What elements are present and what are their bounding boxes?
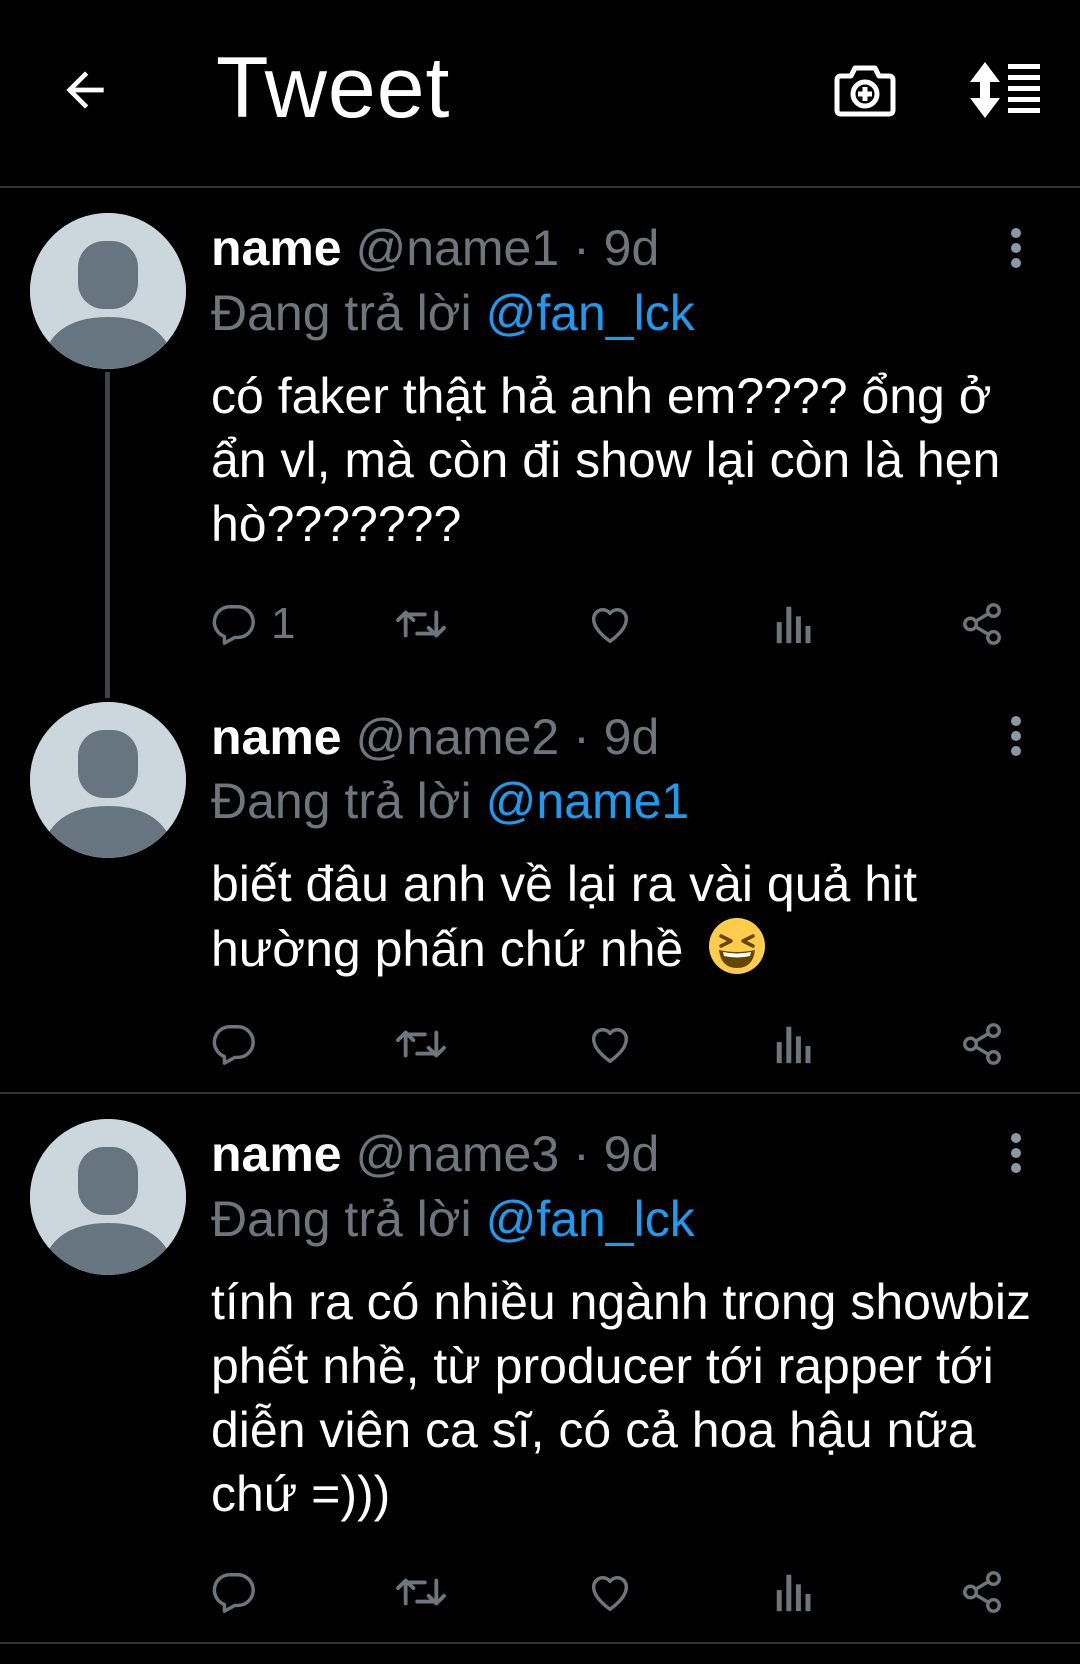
reply-button[interactable] <box>211 1562 271 1622</box>
tweet-divider <box>0 1642 1080 1644</box>
timestamp[interactable]: 9d <box>604 1126 660 1182</box>
like-button[interactable] <box>587 594 633 654</box>
avatar[interactable] <box>30 213 186 369</box>
camera-button[interactable] <box>830 55 900 125</box>
analytics-button[interactable] <box>774 1562 814 1622</box>
tweet-header: name @name3 · 9d <box>211 1123 659 1185</box>
reply-count: 1 <box>271 599 296 648</box>
tweet-actions: 1 <box>211 594 1031 654</box>
analytics-button[interactable] <box>774 1014 814 1074</box>
back-button[interactable] <box>50 55 120 125</box>
thread-connector-line <box>105 372 110 698</box>
tweet-actions <box>211 1014 1031 1074</box>
reply-prefix: Đang trả lời <box>211 1191 472 1247</box>
more-options-button[interactable] <box>996 706 1036 766</box>
separator-dot: · <box>573 220 590 276</box>
heart-icon <box>591 1028 629 1063</box>
top-bar: Tweet <box>0 0 1080 188</box>
replying-to: Đang trả lời @name1 <box>211 770 689 832</box>
camera-plus-icon <box>834 65 896 117</box>
share-button[interactable] <box>959 1014 1005 1074</box>
separator-dot: · <box>573 709 590 765</box>
default-avatar-icon <box>30 213 186 369</box>
analytics-icon <box>776 1574 811 1612</box>
default-avatar-icon <box>30 702 186 858</box>
laughing-face-emoji <box>709 918 766 974</box>
reply-prefix: Đang trả lời <box>211 285 472 341</box>
display-name[interactable]: name <box>211 709 342 765</box>
retweet-icon <box>396 610 446 638</box>
tweet-header: name @name2 · 9d <box>211 706 659 768</box>
analytics-icon <box>776 606 811 644</box>
sort-list-icon <box>970 62 1040 118</box>
more-vertical-icon <box>1011 1133 1021 1173</box>
separator-dot: · <box>573 1126 590 1182</box>
share-button[interactable] <box>959 594 1005 654</box>
like-button[interactable] <box>587 1014 633 1074</box>
analytics-button[interactable] <box>774 594 814 654</box>
tweet-divider <box>0 1092 1080 1094</box>
retweet-button[interactable] <box>394 1014 448 1074</box>
reply-mention-link[interactable]: @name1 <box>486 773 690 829</box>
analytics-icon <box>776 1026 811 1064</box>
user-handle[interactable]: @name3 <box>356 1126 560 1182</box>
display-name[interactable]: name <box>211 1126 342 1182</box>
more-options-button[interactable] <box>996 218 1036 278</box>
more-options-button[interactable] <box>996 1123 1036 1183</box>
page-title: Tweet <box>216 40 451 136</box>
reply-button[interactable]: 1 <box>211 594 295 654</box>
timestamp[interactable]: 9d <box>604 709 660 765</box>
reply-prefix: Đang trả lời <box>211 773 472 829</box>
like-button[interactable] <box>587 1562 633 1622</box>
retweet-button[interactable] <box>394 1562 448 1622</box>
tweet-text: có faker thật hả anh em???? ổng ở ẩn vl,… <box>211 368 1001 552</box>
default-avatar-icon <box>30 1119 186 1275</box>
reply-mention-link[interactable]: @fan_lck <box>486 1191 695 1247</box>
arrow-left-icon <box>66 71 104 109</box>
reply-button[interactable] <box>211 1014 271 1074</box>
share-icon <box>963 1571 1001 1613</box>
display-name[interactable]: name <box>211 220 342 276</box>
avatar[interactable] <box>30 1119 186 1275</box>
replying-to: Đang trả lời @fan_lck <box>211 282 695 344</box>
share-icon <box>963 603 1001 645</box>
tweet-text-container: biết đâu anh về lại ra vài quả hit hường… <box>211 852 1056 981</box>
replying-to: Đang trả lời @fan_lck <box>211 1188 695 1250</box>
share-button[interactable] <box>959 1562 1005 1622</box>
share-icon <box>963 1023 1001 1065</box>
heart-icon <box>591 1576 629 1611</box>
user-handle[interactable]: @name1 <box>356 220 560 276</box>
reply-mention-link[interactable]: @fan_lck <box>486 285 695 341</box>
retweet-icon <box>396 1578 446 1606</box>
avatar[interactable] <box>30 702 186 858</box>
tweet-actions <box>211 1562 1031 1622</box>
heart-icon <box>591 608 629 643</box>
retweet-button[interactable] <box>394 594 448 654</box>
retweet-icon <box>396 1030 446 1058</box>
comment-icon <box>212 1573 255 1613</box>
comment-icon <box>212 1025 255 1065</box>
tweet-header: name @name1 · 9d <box>211 217 659 279</box>
more-vertical-icon <box>1011 228 1021 268</box>
comment-icon <box>212 605 255 645</box>
timestamp[interactable]: 9d <box>604 220 660 276</box>
sort-button[interactable] <box>966 55 1046 125</box>
tweet-text: tính ra có nhiều ngành trong showbiz phế… <box>211 1274 1031 1522</box>
more-vertical-icon <box>1011 716 1021 756</box>
tweet-text: biết đâu anh về lại ra vài quả hit hường… <box>211 856 918 977</box>
user-handle[interactable]: @name2 <box>356 709 560 765</box>
